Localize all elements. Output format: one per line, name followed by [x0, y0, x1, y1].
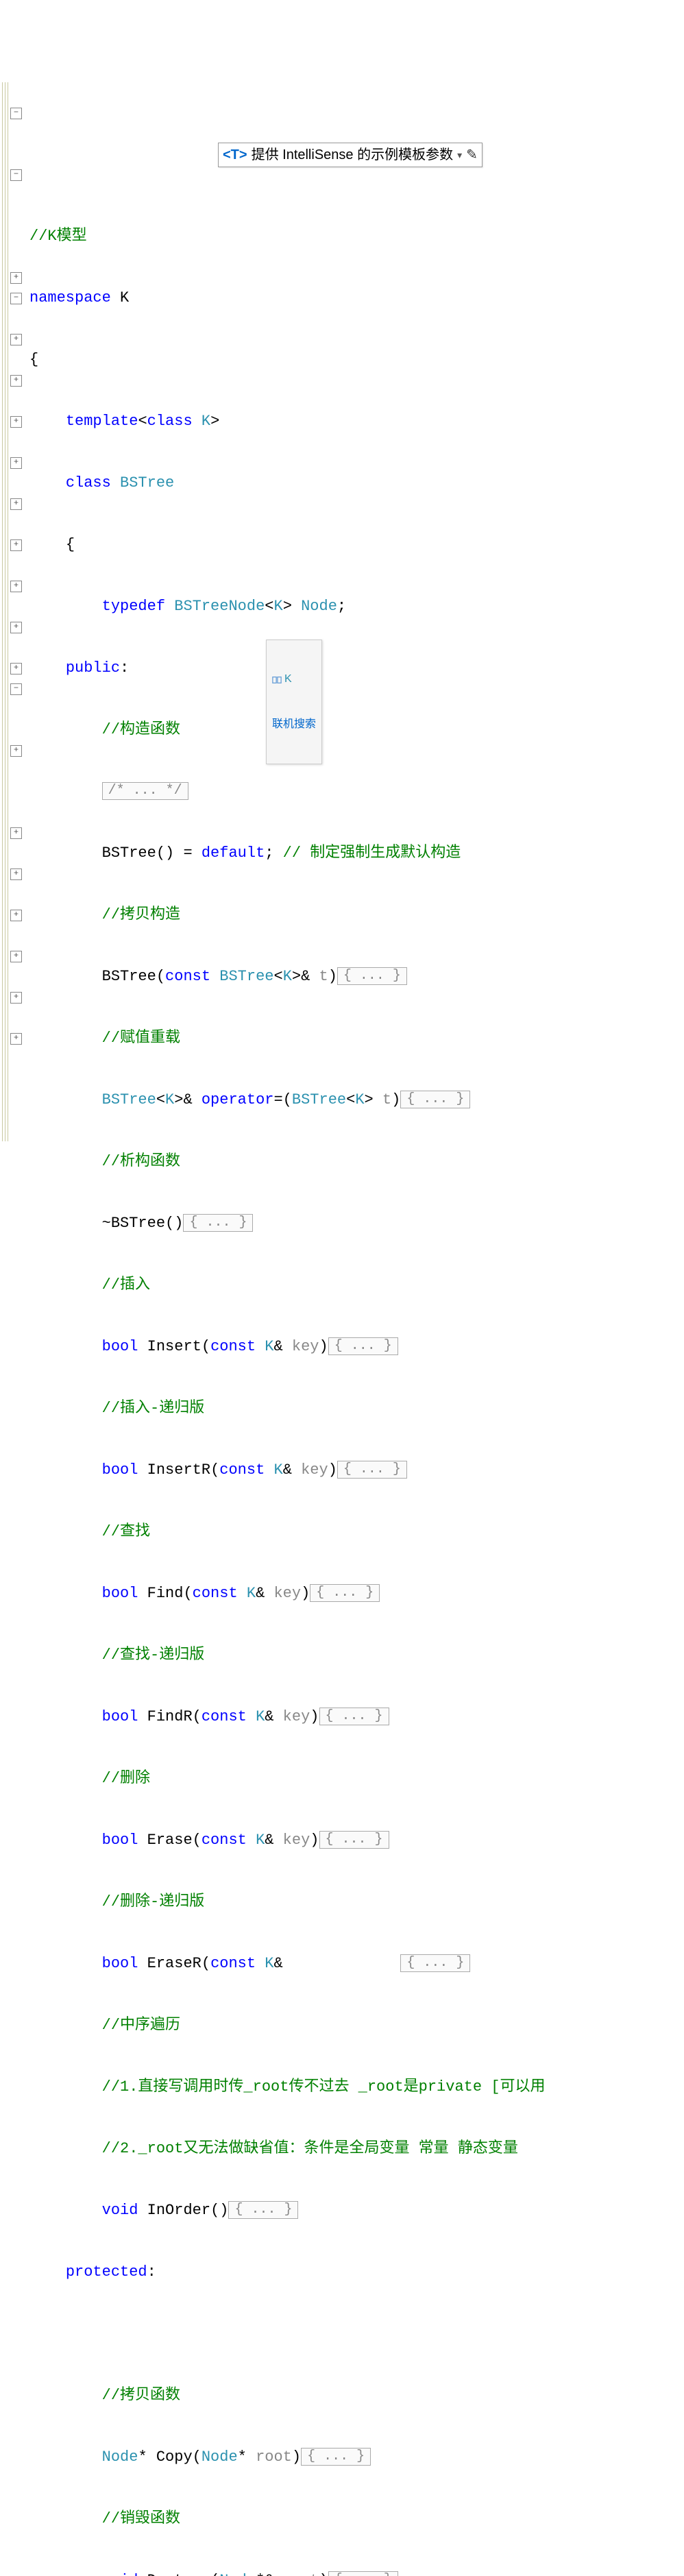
- pencil-icon[interactable]: ✎: [466, 145, 478, 165]
- fold-button-collapse[interactable]: −: [10, 293, 22, 304]
- collapsed-code-block[interactable]: { ... }: [301, 2448, 371, 2466]
- fold-button-expand[interactable]: +: [10, 910, 22, 921]
- fold-button-expand[interactable]: +: [10, 951, 22, 962]
- code-editor: //K模型 namespace K { template<class K> cl…: [0, 82, 684, 2576]
- fold-button-expand[interactable]: +: [10, 416, 22, 428]
- fold-button-collapse[interactable]: −: [10, 169, 22, 181]
- fold-button-expand[interactable]: +: [10, 498, 22, 510]
- collapsed-code-block[interactable]: { ... }: [183, 1214, 253, 1232]
- collapsed-code-block[interactable]: { ... }: [228, 2201, 298, 2219]
- class-name: BSTree: [120, 474, 174, 491]
- keyword-class: class: [66, 474, 111, 491]
- template-param-label: <T>: [223, 145, 247, 165]
- keyword-protected: protected: [66, 2263, 147, 2281]
- fold-button-expand[interactable]: +: [10, 457, 22, 469]
- comment-line: //K模型: [29, 228, 87, 245]
- collapsed-code-block[interactable]: { ... }: [337, 967, 407, 985]
- collapsed-code-block[interactable]: { ... }: [319, 1708, 389, 1725]
- collapsed-code-block[interactable]: { ... }: [310, 1584, 380, 1602]
- namespace-icon: [272, 675, 282, 684]
- fold-button-expand[interactable]: +: [10, 375, 22, 387]
- fold-button-collapse[interactable]: −: [10, 108, 22, 119]
- fold-button-expand[interactable]: +: [10, 663, 22, 675]
- fold-button-expand[interactable]: +: [10, 272, 22, 284]
- keyword-template: template: [66, 413, 138, 430]
- fold-button-expand[interactable]: +: [10, 539, 22, 551]
- fold-button-expand[interactable]: +: [10, 334, 22, 345]
- tooltip-namespace-name: K: [284, 672, 292, 687]
- fold-button-collapse[interactable]: −: [10, 683, 22, 695]
- collapsed-comment-block[interactable]: /* ... */: [102, 782, 188, 800]
- collapsed-code-block[interactable]: { ... }: [400, 1954, 470, 1972]
- chevron-down-icon[interactable]: ▾: [457, 145, 462, 165]
- collapsed-code-block[interactable]: { ... }: [328, 2571, 398, 2576]
- code-content[interactable]: //K模型 namespace K { template<class K> cl…: [24, 185, 684, 2576]
- collapsed-code-block[interactable]: { ... }: [328, 1337, 398, 1355]
- fold-button-expand[interactable]: +: [10, 745, 22, 757]
- fold-gutter: − − + − + + + + + + + + + − + + + + + + …: [0, 82, 24, 2576]
- template-intellisense-hint[interactable]: <T> 提供 IntelliSense 的示例模板参数 ▾ ✎: [218, 143, 483, 167]
- fold-button-expand[interactable]: +: [10, 622, 22, 633]
- comment-line: //构造函数: [102, 721, 180, 738]
- symbol-tooltip: K 联机搜索: [266, 640, 322, 764]
- fold-button-expand[interactable]: +: [10, 581, 22, 592]
- collapsed-code-block[interactable]: { ... }: [337, 1461, 407, 1479]
- fold-button-expand[interactable]: +: [10, 868, 22, 880]
- keyword-namespace: namespace: [29, 289, 111, 306]
- namespace-name: K: [120, 289, 129, 306]
- template-hint-text: 提供 IntelliSense 的示例模板参数: [252, 145, 454, 165]
- collapsed-code-block[interactable]: { ... }: [319, 1831, 389, 1849]
- collapsed-code-block[interactable]: { ... }: [400, 1091, 470, 1108]
- fold-button-expand[interactable]: +: [10, 992, 22, 1004]
- keyword-public: public: [66, 659, 120, 677]
- tooltip-online-search-link[interactable]: 联机搜索: [272, 717, 316, 732]
- fold-button-expand[interactable]: +: [10, 1033, 22, 1045]
- fold-button-expand[interactable]: +: [10, 827, 22, 839]
